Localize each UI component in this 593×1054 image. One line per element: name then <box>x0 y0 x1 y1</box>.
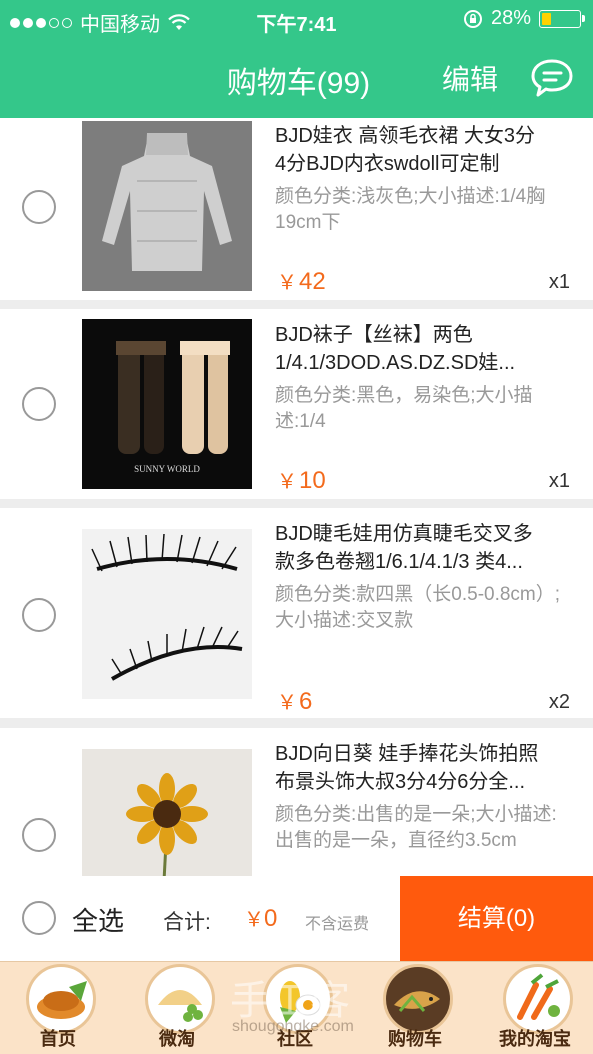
checkout-button[interactable]: 结算(0) <box>400 876 593 961</box>
product-qty: x1 <box>548 271 570 293</box>
weitao-food-icon <box>145 964 215 1034</box>
eyelashes-image <box>82 529 252 699</box>
total-value: ￥0 <box>244 905 278 932</box>
product-qty: x1 <box>548 470 570 492</box>
product-price: ￥6 <box>277 688 313 715</box>
product-spec[interactable]: 颜色分类:黑色，易染色;大小描述:1/4 <box>275 383 565 435</box>
message-icon[interactable] <box>530 58 574 98</box>
product-qty: x2 <box>548 691 570 713</box>
product-spec[interactable]: 颜色分类:款四黑（长0.5-0.8cm）;大小描述:交叉款 <box>275 582 565 634</box>
product-image[interactable]: SUNNY WORLD <box>82 319 252 489</box>
watermark-url: shougongke.com <box>232 1018 354 1035</box>
image-caption: SUNNY WORLD <box>134 464 200 474</box>
select-all-checkbox[interactable] <box>22 901 56 935</box>
rotation-lock-icon <box>463 9 482 28</box>
tab-cart[interactable]: 购物车 <box>365 962 465 1054</box>
product-spec[interactable]: 颜色分类:浅灰色;大小描述:1/4胸19cm下 <box>275 184 565 236</box>
product-image[interactable] <box>82 121 252 291</box>
cart-item: SUNNY WORLD BJD袜子【丝袜】两色 1/4.1/3DOD.AS.DZ… <box>0 309 593 499</box>
cart-food-icon <box>383 964 453 1034</box>
cart-list[interactable]: BJD娃衣 高领毛衣裙 大女3分 4分BJD内衣swdoll可定制 颜色分类:浅… <box>0 118 593 876</box>
cart-item: BJD睫毛娃用仿真睫毛交叉多 款多色卷翘1/6.1/4.1/3 类4... 颜色… <box>0 508 593 718</box>
my-taobao-food-icon <box>503 964 573 1034</box>
stockings-image: SUNNY WORLD <box>82 319 252 489</box>
product-price: ￥10 <box>277 467 326 494</box>
product-image[interactable] <box>82 529 252 699</box>
status-bar: 中国移动 下午7:41 28% <box>0 0 593 40</box>
product-title[interactable]: BJD袜子【丝袜】两色 1/4.1/3DOD.AS.DZ.SD娃... <box>275 321 570 377</box>
item-select-checkbox[interactable] <box>22 190 56 224</box>
item-select-checkbox[interactable] <box>22 598 56 632</box>
product-price: ￥42 <box>277 268 326 295</box>
item-select-checkbox[interactable] <box>22 387 56 421</box>
cart-footer: 全选 合计: ￥0 不含运费 结算(0) <box>0 876 593 961</box>
top-bar: 中国移动 下午7:41 28% 购物车(99) 编辑 <box>0 0 593 118</box>
tab-weitao[interactable]: 微淘 <box>127 962 227 1054</box>
battery-icon <box>539 9 585 28</box>
item-select-checkbox[interactable] <box>22 818 56 852</box>
select-all-label[interactable]: 全选 <box>72 901 124 938</box>
edit-button[interactable]: 编辑 <box>442 58 498 98</box>
product-title[interactable]: BJD娃衣 高领毛衣裙 大女3分 4分BJD内衣swdoll可定制 <box>275 122 570 178</box>
home-food-icon <box>26 964 96 1034</box>
tab-home[interactable]: 首页 <box>8 962 108 1054</box>
cart-item: BJD向日葵 娃手捧花头饰拍照 布景头饰大叔3分4分6分全... 颜色分类:出售… <box>0 728 593 876</box>
total-label: 合计: <box>163 911 211 934</box>
shipping-note: 不含运费 <box>305 916 370 933</box>
sunflower-image <box>82 749 252 876</box>
tab-my-taobao[interactable]: 我的淘宝 <box>485 962 585 1054</box>
product-title[interactable]: BJD睫毛娃用仿真睫毛交叉多 款多色卷翘1/6.1/4.1/3 类4... <box>275 520 570 576</box>
sweater-dress-image <box>82 121 252 291</box>
page-title: 购物车(99) <box>226 67 371 100</box>
product-image[interactable] <box>82 749 252 876</box>
product-spec[interactable]: 颜色分类:出售的是一朵;大小描述:出售的是一朵，直径约3.5cm <box>275 802 565 854</box>
battery-percent: 28% <box>490 7 531 29</box>
cart-item: BJD娃衣 高领毛衣裙 大女3分 4分BJD内衣swdoll可定制 颜色分类:浅… <box>0 118 593 300</box>
product-title[interactable]: BJD向日葵 娃手捧花头饰拍照 布景头饰大叔3分4分6分全... <box>275 740 570 796</box>
